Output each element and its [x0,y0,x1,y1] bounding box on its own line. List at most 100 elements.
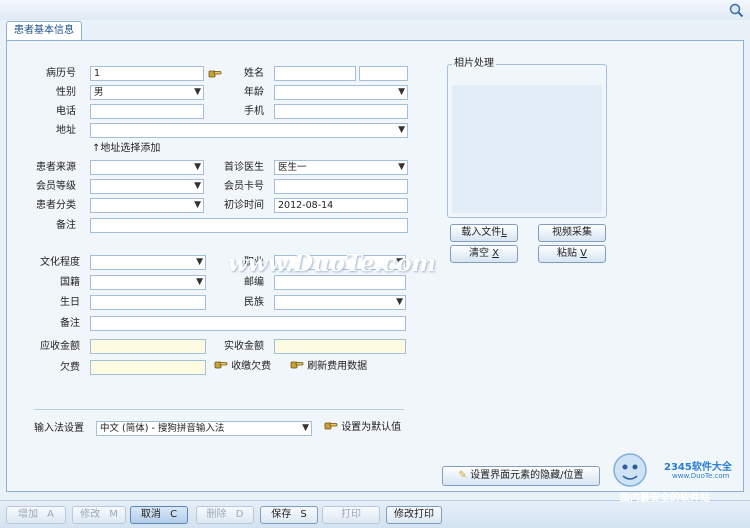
toolbar-button-key: S [297,509,307,520]
record-no-field[interactable]: 1 [90,66,204,81]
postcode-label: 邮编 [244,277,264,288]
remark2-field[interactable] [90,316,406,331]
chevron-down-icon: ▼ [194,181,201,191]
member-level-label: 会员等级 [36,181,76,192]
collect-arrears-button[interactable]: 收缴欠费 [214,360,271,374]
member-card-field[interactable] [274,179,408,194]
age-select[interactable]: ▼ [274,85,408,100]
name-field[interactable] [274,66,356,81]
toolbar-button-2[interactable]: 取消 C [130,506,188,524]
photo-area[interactable] [452,85,602,213]
remark2-label: 备注 [60,318,80,329]
birthday-label: 生日 [60,297,80,308]
first-doctor-value: 医生一 [278,162,307,173]
address-add-label: 地址选择添加 [100,143,161,154]
toolbar-button-key: D [232,509,244,520]
gender-label: 性别 [56,87,76,98]
video-capture-button[interactable]: 视频采集 [538,224,606,242]
arrears-label: 欠费 [60,362,80,373]
toolbar-button-key: A [43,509,55,520]
video-capture-label: 视频采集 [552,227,592,238]
ime-select[interactable]: 中文 (简体) - 搜狗拼音输入法 ▼ [96,421,312,436]
watermark-brand: 2345软件大全 [664,462,732,473]
name-extra-field[interactable] [359,66,408,81]
age-label: 年龄 [244,87,264,98]
name-label: 姓名 [244,68,264,79]
first-visit-field[interactable]: 2012-08-14 [274,198,408,213]
pointing-hand-icon [324,422,338,430]
chevron-down-icon: ▼ [398,87,405,97]
toolbar-button-label: 增加 [17,509,38,520]
toolbar-button-key: M [106,509,118,520]
chevron-down-icon: ▼ [302,423,309,433]
wrench-icon: ✎ [458,470,467,481]
nationality-label: 国籍 [60,277,80,288]
phone-field[interactable] [90,104,204,119]
clear-button[interactable]: 清空 X [450,245,518,263]
receivable-field[interactable] [90,339,206,354]
toolbar-button-0[interactable]: 增加 A [6,506,66,524]
receivable-label: 应收金额 [40,341,80,352]
arrears-field[interactable] [90,360,206,375]
education-select[interactable]: ▼ [90,255,206,270]
settings-button[interactable]: ✎ 设置界面元素的隐藏/位置 [442,466,600,486]
chevron-down-icon: ▼ [196,277,203,287]
toolbar-button-label: 取消 [140,509,161,520]
pointing-hand-icon[interactable] [208,68,222,79]
ethnicity-label: 民族 [244,297,264,308]
toolbar-button-label: 修改 [80,509,101,520]
member-level-select[interactable]: ▼ [90,179,204,194]
toolbar-button-5[interactable]: 打印 [322,506,380,524]
chevron-down-icon: ▼ [194,162,201,172]
tab-patient-basic-info[interactable]: 患者基本信息 [6,21,82,41]
load-file-label: 载入文件 [461,227,502,238]
source-label: 患者来源 [36,162,76,173]
chevron-down-icon: ▼ [194,87,201,97]
load-file-button[interactable]: 载入文件L [450,224,518,242]
chevron-down-icon: ▼ [196,257,203,267]
address-select[interactable]: ▼ [90,123,408,138]
address-label: 地址 [56,125,76,136]
received-label: 实收金额 [224,341,264,352]
zoom-icon[interactable] [728,2,744,18]
first-doctor-label: 首诊医生 [224,162,264,173]
divider [34,409,404,410]
address-add-link[interactable]: ↑地址选择添加 [92,142,160,156]
category-label: 患者分类 [36,200,76,211]
toolbar-button-6[interactable]: 修改打印 [386,506,442,524]
ime-label: 输入法设置 [34,423,84,434]
chevron-down-icon: ▼ [396,297,403,307]
set-default-button[interactable]: 设置为默认值 [324,421,401,435]
gender-select[interactable]: 男 ▼ [90,85,204,100]
received-field[interactable] [274,339,406,354]
ethnicity-select[interactable]: ▼ [274,295,406,310]
mobile-label: 手机 [244,106,264,117]
postcode-field[interactable] [274,275,406,290]
nationality-select[interactable]: ▼ [90,275,206,290]
paste-key: V [580,248,588,259]
ime-value: 中文 (简体) - 搜狗拼音输入法 [100,423,225,434]
first-visit-label: 初诊时间 [224,200,264,211]
member-card-label: 会员卡号 [224,181,264,192]
category-select[interactable]: ▼ [90,198,204,213]
refresh-fees-button[interactable]: 刷新费用数据 [290,360,367,374]
toolbar-button-3[interactable]: 删除 D [196,506,254,524]
refresh-fees-label: 刷新费用数据 [307,361,368,372]
watermark-slogan: 国内最安全的软件站 [620,493,710,504]
toolbar-button-key: C [166,509,178,520]
photo-title: 相片处理 [452,58,496,70]
source-select[interactable]: ▼ [90,160,204,175]
toolbar-button-label: 删除 [206,509,227,520]
watermark-duote: www.DuoTe.com [228,250,436,277]
clear-label: 清空 [468,248,489,259]
paste-button[interactable]: 粘贴 V [538,245,606,263]
record-no-label: 病历号 [46,68,76,79]
toolbar-button-1[interactable]: 修改 M [72,506,126,524]
chevron-down-icon: ▼ [194,200,201,210]
toolbar-button-4[interactable]: 保存 S [260,506,318,524]
birthday-field[interactable] [90,295,206,310]
chevron-down-icon: ▼ [398,125,405,135]
remark1-field[interactable] [90,218,408,233]
mobile-field[interactable] [274,104,408,119]
first-doctor-select[interactable]: 医生一 ▼ [274,160,408,175]
